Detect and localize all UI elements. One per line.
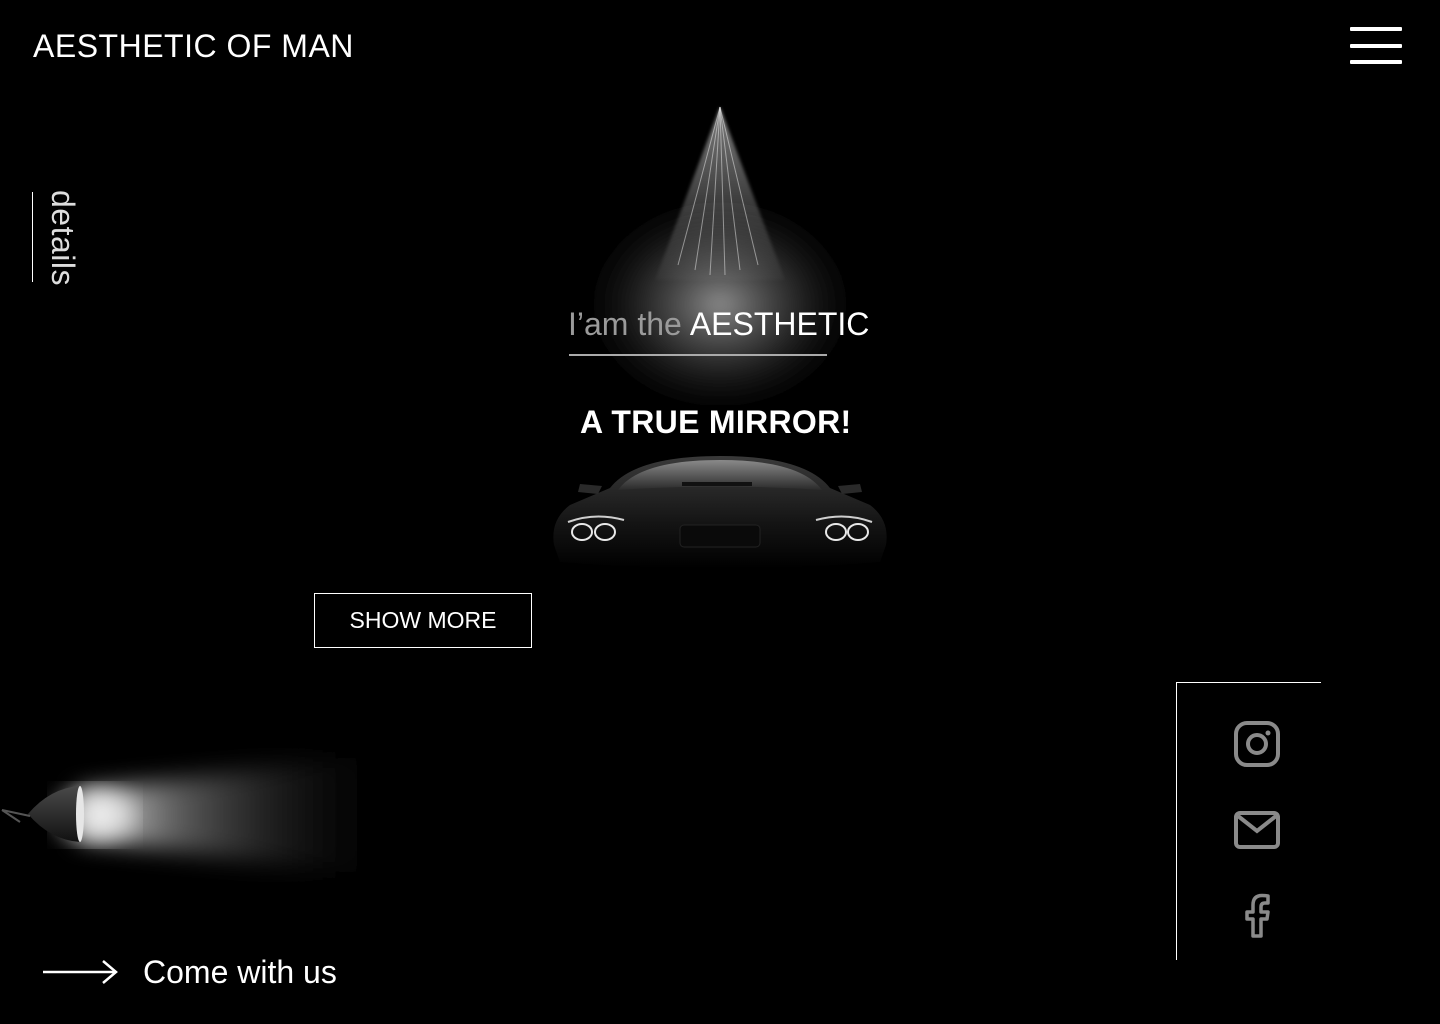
come-with-us-link[interactable]: Come with us	[43, 952, 337, 992]
lamp-image	[1, 750, 400, 880]
social-frame-border	[1176, 682, 1321, 683]
details-divider	[32, 192, 33, 282]
social-frame-border	[1176, 682, 1177, 960]
details-link[interactable]: details	[44, 190, 81, 286]
cta-label: Come with us	[143, 953, 337, 990]
menu-bar	[1350, 44, 1402, 48]
hero-headline: A TRUE MIRROR!	[580, 404, 852, 440]
tagline-highlight: AESTHETIC	[689, 306, 870, 342]
tagline-underline	[569, 354, 827, 356]
mail-icon[interactable]	[1233, 806, 1281, 854]
hamburger-menu-icon[interactable]	[1350, 27, 1402, 65]
show-more-button[interactable]: SHOW MORE	[314, 593, 532, 648]
long-arrow-right-icon	[43, 960, 118, 984]
menu-bar	[1350, 27, 1402, 31]
page: AESTHETIC OF MAN details I’am the AESTHE…	[0, 0, 1440, 1024]
facebook-icon[interactable]	[1233, 892, 1281, 940]
spotlight-beam-image	[570, 106, 870, 405]
tagline-prefix: I’am the	[568, 306, 682, 342]
instagram-icon[interactable]	[1233, 720, 1281, 768]
car-image	[553, 456, 887, 569]
menu-bar	[1350, 60, 1402, 64]
hero-tagline: I’am the AESTHETIC	[568, 306, 869, 343]
brand-logo[interactable]: AESTHETIC OF MAN	[33, 28, 354, 65]
